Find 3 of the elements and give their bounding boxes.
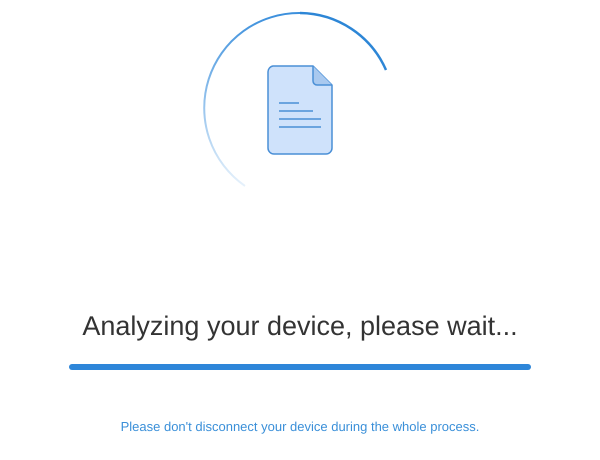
document-icon	[267, 65, 333, 155]
status-title: Analyzing your device, please wait...	[82, 310, 518, 343]
notice-text: Please don't disconnect your device during the whole process.	[120, 418, 480, 436]
